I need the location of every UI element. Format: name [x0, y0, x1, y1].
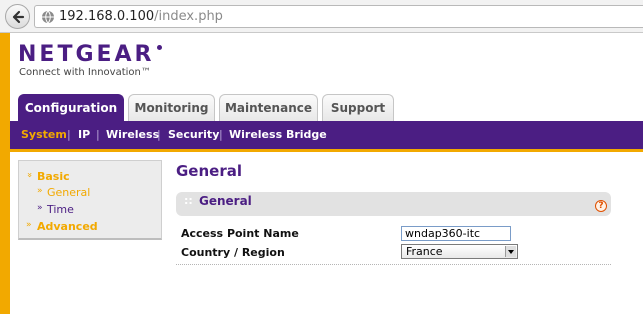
- subnav-ip[interactable]: IP: [78, 128, 90, 141]
- subnav-separator: |: [157, 128, 161, 141]
- page-title: General: [176, 162, 242, 180]
- address-bar[interactable]: 192.168.0.100/index.php: [34, 5, 643, 28]
- help-icon[interactable]: ?: [595, 200, 607, 212]
- menu-time[interactable]: Time: [47, 203, 74, 216]
- back-arrow-icon: [12, 10, 25, 24]
- access-point-name-input[interactable]: [401, 226, 511, 241]
- tab-configuration[interactable]: Configuration: [18, 94, 124, 121]
- netgear-logo: NETGEAR: [18, 42, 155, 67]
- back-button[interactable]: [5, 4, 30, 29]
- subnav-system[interactable]: System: [21, 128, 67, 141]
- subnav-security[interactable]: Security: [168, 128, 219, 141]
- subnav-separator: |: [219, 128, 223, 141]
- expanded-arrow-icon: »: [23, 172, 34, 178]
- country-region-label: Country / Region: [181, 246, 285, 259]
- subnav-underline: [10, 149, 643, 152]
- menu-general[interactable]: General: [47, 186, 90, 199]
- country-region-select[interactable]: France: [401, 244, 518, 259]
- subnav-separator: |: [67, 128, 71, 141]
- menu-basic[interactable]: Basic: [37, 170, 70, 183]
- menu-advanced[interactable]: Advanced: [37, 220, 98, 233]
- chevron-down-icon[interactable]: [505, 246, 516, 257]
- subnav-wireless[interactable]: Wireless: [106, 128, 159, 141]
- section-handle: ::: [184, 194, 193, 207]
- country-region-value: France: [406, 245, 443, 258]
- browser-toolbar: 192.168.0.100/index.php: [0, 0, 643, 33]
- submenu-arrow-icon: »: [37, 186, 43, 196]
- submenu-arrow-icon: »: [37, 203, 43, 213]
- collapsed-arrow-icon: »: [26, 220, 32, 230]
- url-path: /index.php: [154, 9, 223, 24]
- page-left-accent: [0, 33, 10, 314]
- globe-icon: [42, 10, 54, 24]
- logo-registered-dot: [157, 45, 162, 50]
- access-point-name-label: Access Point Name: [181, 227, 299, 240]
- subnav-separator: |: [96, 128, 100, 141]
- url-host: 192.168.0.100: [59, 9, 155, 24]
- tab-monitoring[interactable]: Monitoring: [128, 94, 215, 122]
- url-text: 192.168.0.100/index.php: [59, 9, 223, 24]
- section-title: General: [199, 194, 252, 208]
- tab-maintenance[interactable]: Maintenance: [219, 94, 318, 122]
- form-divider: [176, 264, 611, 265]
- logo-tagline: Connect with Innovation™: [19, 67, 151, 78]
- subnav-wireless-bridge[interactable]: Wireless Bridge: [229, 128, 327, 141]
- tab-support[interactable]: Support: [322, 94, 394, 122]
